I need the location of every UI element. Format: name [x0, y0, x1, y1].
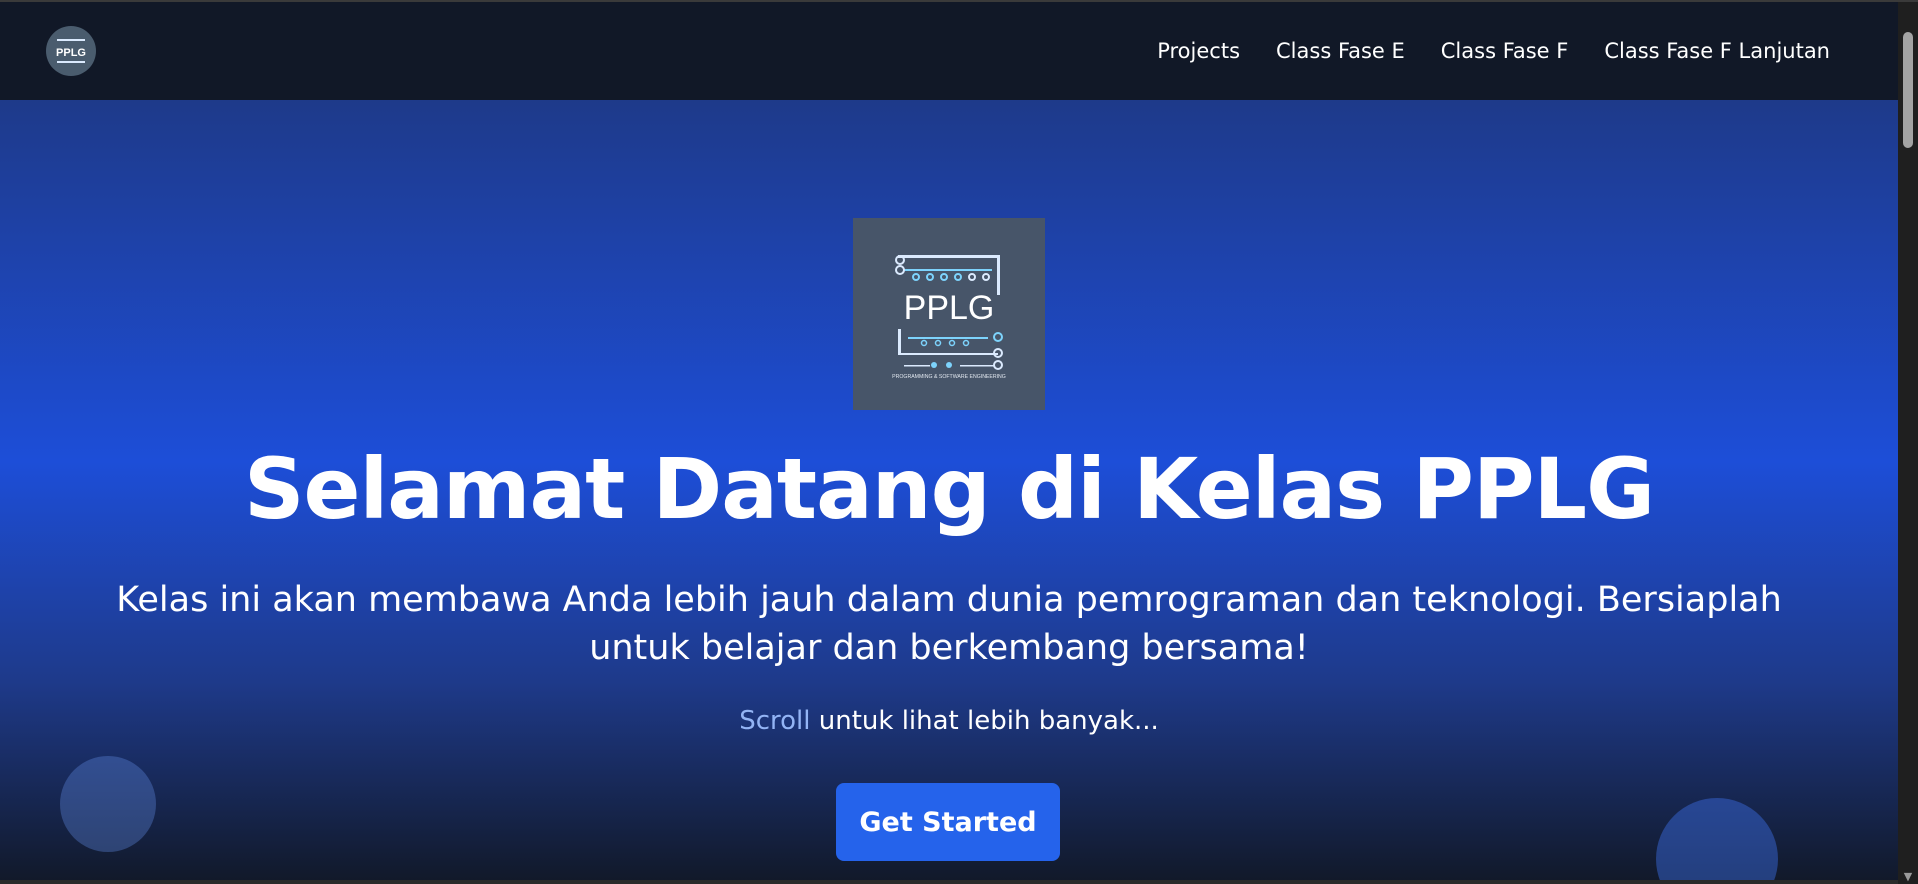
pplg-circuit-logo-icon: PPLG PROGRAMMING & SOFTWARE ENGINEERING [892, 255, 1006, 380]
nav-link-class-fase-f-lanjutan[interactable]: Class Fase F Lanjutan [1604, 39, 1830, 63]
scrollbar-thumb[interactable] [1903, 32, 1913, 148]
scroll-hint-text: untuk lihat lebih banyak... [810, 706, 1159, 736]
triangle-down-icon[interactable]: ▼ [1901, 870, 1915, 884]
nav-link-class-fase-f[interactable]: Class Fase F [1441, 39, 1569, 63]
scroll-hint-highlight: Scroll [739, 706, 811, 736]
decorative-circle-left [60, 756, 156, 852]
get-started-button[interactable]: Get Started [836, 783, 1060, 861]
pplg-logo-small-icon: PPLG [56, 39, 86, 63]
browser-viewport: PPLG Projects Class Fase E Class Fase F … [0, 0, 1918, 884]
scroll-hint: Scroll untuk lihat lebih banyak... [0, 706, 1898, 736]
hero-subtitle: Kelas ini akan membawa Anda lebih jauh d… [116, 580, 1782, 668]
vertical-scrollbar[interactable]: ▲ ▼ [1898, 2, 1918, 884]
nav-links: Projects Class Fase E Class Fase F Class… [1157, 39, 1830, 63]
nav-link-projects[interactable]: Projects [1157, 39, 1240, 63]
hero-section: PPLG PROGRAMMING & SOFTWARE ENGINEERING [0, 100, 1898, 884]
svg-text:PPLG: PPLG [56, 47, 86, 59]
svg-text:PPLG: PPLG [904, 289, 995, 327]
window-bottom-edge [0, 880, 1898, 884]
hero-title: Selamat Datang di Kelas PPLG [243, 440, 1655, 538]
svg-text:PROGRAMMING & SOFTWARE ENGINEE: PROGRAMMING & SOFTWARE ENGINEERING [892, 374, 1006, 380]
hero-logo-image: PPLG PROGRAMMING & SOFTWARE ENGINEERING [853, 218, 1045, 410]
nav-link-class-fase-e[interactable]: Class Fase E [1276, 39, 1405, 63]
top-navbar: PPLG Projects Class Fase E Class Fase F … [0, 2, 1898, 100]
nav-logo-icon[interactable]: PPLG [46, 26, 96, 76]
decorative-circle-right [1656, 798, 1778, 884]
